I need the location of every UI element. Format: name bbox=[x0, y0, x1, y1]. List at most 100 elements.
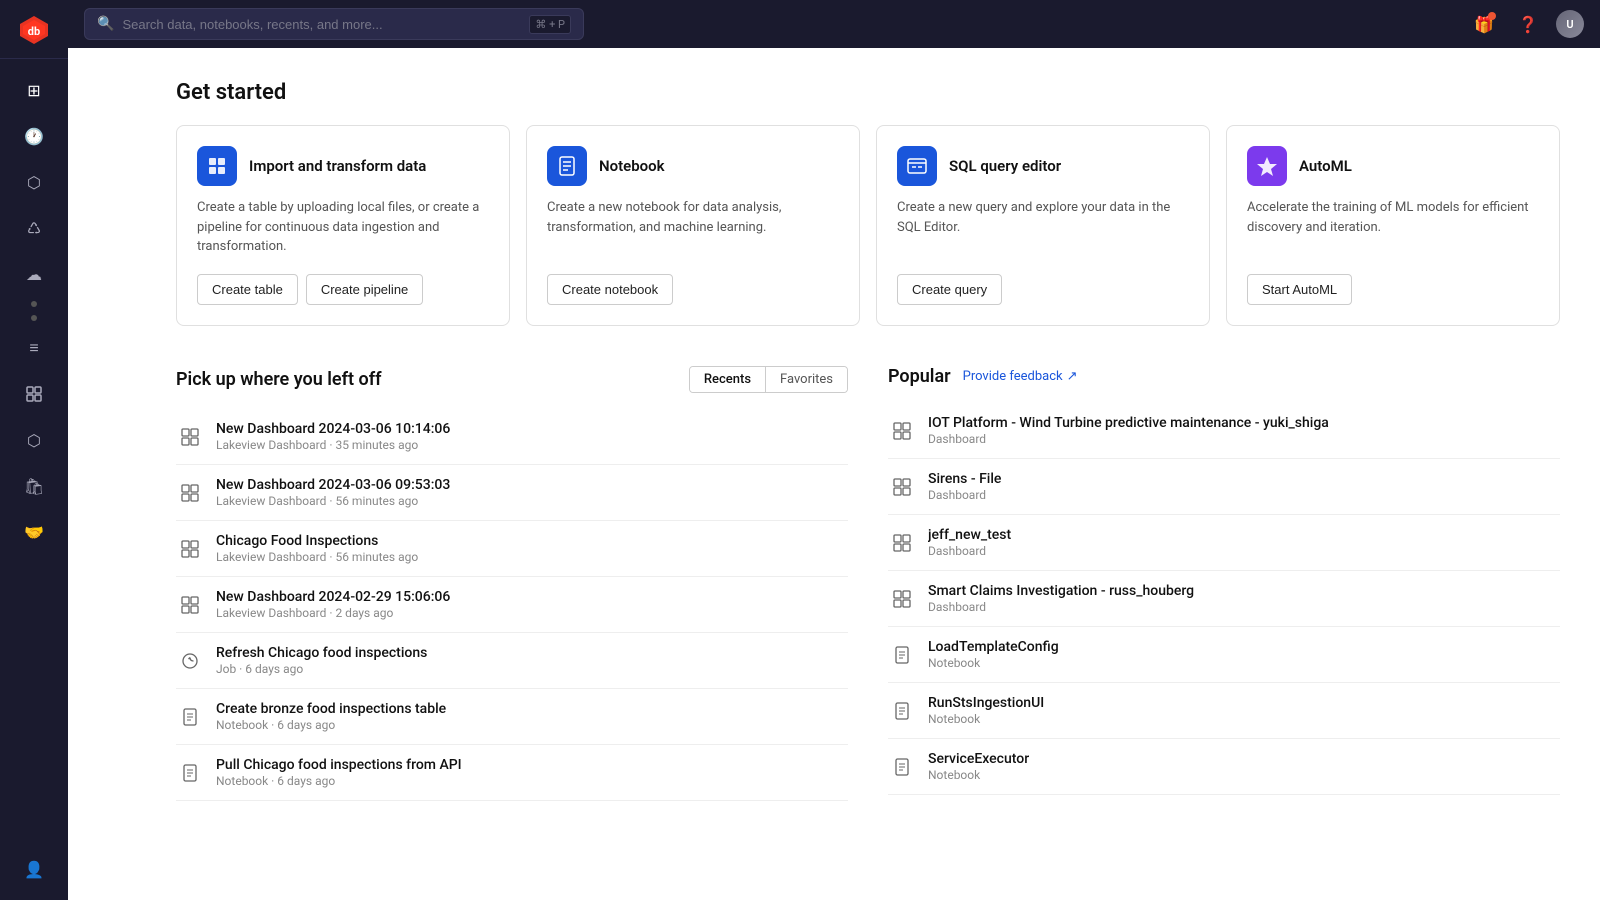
recents-tabs: Recents Favorites bbox=[689, 366, 848, 393]
user-menu[interactable]: U bbox=[1556, 10, 1584, 38]
tab-favorites[interactable]: Favorites bbox=[766, 367, 847, 392]
recent-item-4[interactable]: Refresh Chicago food inspections Job · 6… bbox=[176, 633, 848, 689]
sidebar-item-partners[interactable]: 🤝 bbox=[14, 512, 54, 552]
recent-item-3[interactable]: New Dashboard 2024-02-29 15:06:06 Lakevi… bbox=[176, 577, 848, 633]
recent-item-2[interactable]: Chicago Food Inspections Lakeview Dashbo… bbox=[176, 521, 848, 577]
popular-item-4[interactable]: LoadTemplateConfig Notebook bbox=[888, 627, 1560, 683]
sidebar-item-admin[interactable]: 👤 bbox=[14, 849, 54, 889]
recent-item-5-sub: Notebook · 6 days ago bbox=[216, 718, 848, 732]
popular-item-5[interactable]: RunStsIngestionUI Notebook bbox=[888, 683, 1560, 739]
popular-item-5-sub: Notebook bbox=[928, 712, 1560, 726]
popular-item-5-title: RunStsIngestionUI bbox=[928, 695, 1560, 711]
popular-item-3-icon bbox=[888, 585, 916, 613]
popular-item-3-title: Smart Claims Investigation - russ_houber… bbox=[928, 583, 1560, 599]
popular-item-3-sub: Dashboard bbox=[928, 600, 1560, 614]
sidebar-item-repos[interactable]: ⬡ bbox=[14, 420, 54, 460]
provide-feedback-link[interactable]: Provide feedback ↗ bbox=[963, 369, 1078, 384]
popular-list: IOT Platform - Wind Turbine predictive m… bbox=[888, 403, 1560, 795]
recents-section: Pick up where you left off Recents Favor… bbox=[176, 366, 848, 801]
search-bar[interactable]: 🔍 ⌘ + P bbox=[84, 8, 584, 40]
search-icon: 🔍 bbox=[97, 16, 114, 32]
tab-recents[interactable]: Recents bbox=[690, 367, 766, 392]
recent-item-4-content: Refresh Chicago food inspections Job · 6… bbox=[216, 645, 848, 676]
main-content: Get started Import and transform data Cr… bbox=[136, 48, 1600, 900]
create-query-button[interactable]: Create query bbox=[897, 274, 1002, 305]
help-button[interactable]: ❓ bbox=[1512, 8, 1544, 40]
search-input[interactable] bbox=[122, 17, 521, 32]
sql-buttons: Create query bbox=[897, 274, 1189, 305]
recent-item-1-content: New Dashboard 2024-03-06 09:53:03 Lakevi… bbox=[216, 477, 848, 508]
automl-desc: Accelerate the training of ML models for… bbox=[1247, 198, 1539, 258]
sidebar-item-recents[interactable]: 🕐 bbox=[14, 116, 54, 156]
popular-item-0-content: IOT Platform - Wind Turbine predictive m… bbox=[928, 415, 1560, 446]
get-started-title: Get started bbox=[176, 80, 1560, 105]
popular-item-0-title: IOT Platform - Wind Turbine predictive m… bbox=[928, 415, 1560, 431]
popular-title: Popular bbox=[888, 366, 951, 387]
notification-badge bbox=[1488, 12, 1496, 20]
recent-item-2-content: Chicago Food Inspections Lakeview Dashbo… bbox=[216, 533, 848, 564]
card-notebook: Notebook Create a new notebook for data … bbox=[526, 125, 860, 326]
recent-item-5-content: Create bronze food inspections table Not… bbox=[216, 701, 848, 732]
recent-item-3-title: New Dashboard 2024-02-29 15:06:06 bbox=[216, 589, 848, 605]
popular-item-2[interactable]: jeff_new_test Dashboard bbox=[888, 515, 1560, 571]
recents-header: Pick up where you left off Recents Favor… bbox=[176, 366, 848, 393]
sidebar-item-jobs[interactable]: ≡ bbox=[14, 328, 54, 368]
popular-item-0[interactable]: IOT Platform - Wind Turbine predictive m… bbox=[888, 403, 1560, 459]
notebook-buttons: Create notebook bbox=[547, 274, 839, 305]
sql-desc: Create a new query and explore your data… bbox=[897, 198, 1189, 258]
recent-item-1-sub: Lakeview Dashboard · 56 minutes ago bbox=[216, 494, 848, 508]
popular-item-1-icon bbox=[888, 473, 916, 501]
automl-buttons: Start AutoML bbox=[1247, 274, 1539, 305]
popular-item-4-icon bbox=[888, 641, 916, 669]
recent-item-0-title: New Dashboard 2024-03-06 10:14:06 bbox=[216, 421, 848, 437]
logo[interactable]: db bbox=[0, 0, 68, 59]
recent-item-0[interactable]: New Dashboard 2024-03-06 10:14:06 Lakevi… bbox=[176, 409, 848, 465]
sql-icon bbox=[897, 146, 937, 186]
start-automl-button[interactable]: Start AutoML bbox=[1247, 274, 1352, 305]
automl-svg bbox=[1256, 155, 1278, 177]
create-table-button[interactable]: Create table bbox=[197, 274, 298, 305]
search-shortcut: ⌘ + P bbox=[529, 15, 571, 34]
recent-item-0-sub: Lakeview Dashboard · 35 minutes ago bbox=[216, 438, 848, 452]
sidebar-item-experiments[interactable] bbox=[14, 374, 54, 414]
popular-item-2-content: jeff_new_test Dashboard bbox=[928, 527, 1560, 558]
popular-item-6-content: ServiceExecutor Notebook bbox=[928, 751, 1560, 782]
sidebar-item-compute[interactable]: ☁ bbox=[14, 254, 54, 294]
popular-item-3-content: Smart Claims Investigation - russ_houber… bbox=[928, 583, 1560, 614]
automl-icon bbox=[1247, 146, 1287, 186]
notebook-title: Notebook bbox=[599, 157, 665, 175]
recent-item-2-icon bbox=[176, 535, 204, 563]
sidebar-item-workflows[interactable]: ♺ bbox=[14, 208, 54, 248]
import-icon bbox=[197, 146, 237, 186]
svg-text:db: db bbox=[28, 25, 40, 38]
sidebar-dot-2 bbox=[31, 315, 37, 321]
sidebar-dot-1 bbox=[31, 301, 37, 307]
gift-button[interactable]: 🎁 bbox=[1468, 8, 1500, 40]
create-pipeline-button[interactable]: Create pipeline bbox=[306, 274, 423, 305]
card-automl-header: AutoML bbox=[1247, 146, 1539, 186]
sidebar-item-catalog[interactable]: ⬡ bbox=[14, 162, 54, 202]
popular-item-2-title: jeff_new_test bbox=[928, 527, 1560, 543]
recent-item-1[interactable]: New Dashboard 2024-03-06 09:53:03 Lakevi… bbox=[176, 465, 848, 521]
sidebar-item-marketplace[interactable]: 🛍 bbox=[14, 466, 54, 506]
recent-item-6[interactable]: Pull Chicago food inspections from API N… bbox=[176, 745, 848, 801]
automl-title: AutoML bbox=[1299, 157, 1352, 175]
card-import: Import and transform data Create a table… bbox=[176, 125, 510, 326]
sidebar-item-home[interactable]: ⊞ bbox=[14, 70, 54, 110]
popular-item-6[interactable]: ServiceExecutor Notebook bbox=[888, 739, 1560, 795]
recent-item-5-icon bbox=[176, 703, 204, 731]
recent-item-6-sub: Notebook · 6 days ago bbox=[216, 774, 848, 788]
card-notebook-header: Notebook bbox=[547, 146, 839, 186]
recent-item-0-icon bbox=[176, 423, 204, 451]
popular-item-1[interactable]: Sirens - File Dashboard bbox=[888, 459, 1560, 515]
recent-item-1-title: New Dashboard 2024-03-06 09:53:03 bbox=[216, 477, 848, 493]
popular-item-3[interactable]: Smart Claims Investigation - russ_houber… bbox=[888, 571, 1560, 627]
popular-item-5-icon bbox=[888, 697, 916, 725]
create-notebook-button[interactable]: Create notebook bbox=[547, 274, 673, 305]
two-col-section: Pick up where you left off Recents Favor… bbox=[176, 366, 1560, 801]
recent-item-5-title: Create bronze food inspections table bbox=[216, 701, 848, 717]
recent-item-3-content: New Dashboard 2024-02-29 15:06:06 Lakevi… bbox=[216, 589, 848, 620]
recent-item-6-icon bbox=[176, 759, 204, 787]
databricks-logo-icon: db bbox=[18, 14, 50, 46]
recent-item-5[interactable]: Create bronze food inspections table Not… bbox=[176, 689, 848, 745]
